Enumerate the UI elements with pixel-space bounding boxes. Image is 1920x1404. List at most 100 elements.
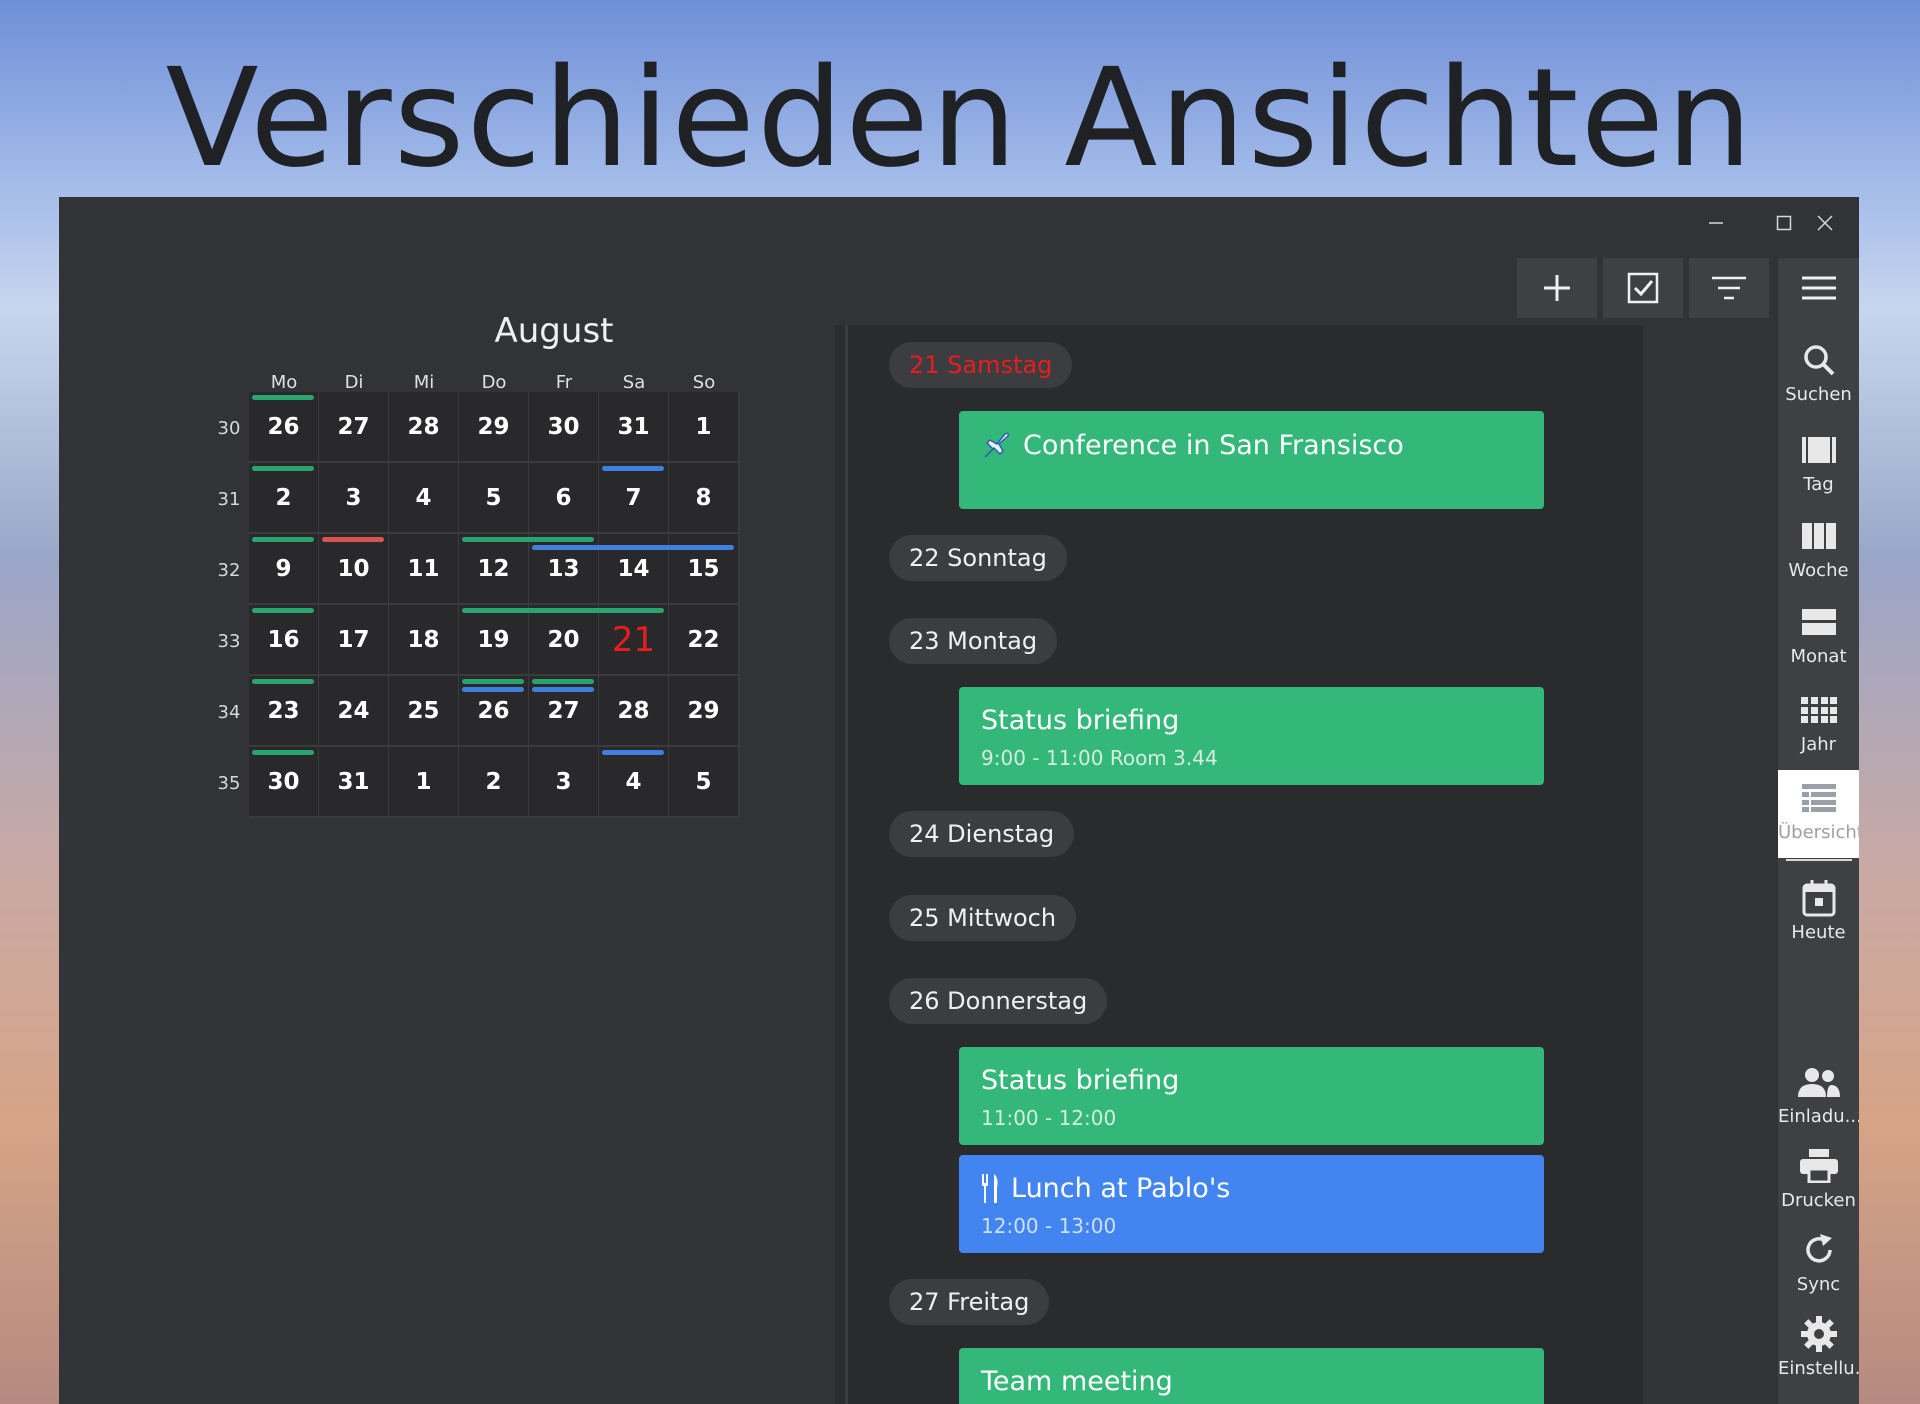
calendar-day-cell[interactable]: 30 xyxy=(249,747,318,816)
agenda-day-header: 26 Donnerstag xyxy=(889,978,1108,1024)
calendar-day-cell[interactable]: 27 xyxy=(319,392,388,461)
calendar-day-cell[interactable]: 29 xyxy=(669,676,738,745)
calendar-day-cell[interactable]: 30 xyxy=(529,392,598,461)
add-button[interactable] xyxy=(1517,258,1597,318)
sidebar-item-day[interactable]: Tag xyxy=(1778,422,1859,502)
filter-button[interactable] xyxy=(1689,258,1769,318)
week-number: 31 xyxy=(217,489,241,510)
calendar-day-cell[interactable]: 1 xyxy=(669,392,738,461)
calendar-day-cell[interactable]: 31 xyxy=(599,392,668,461)
agenda-day-header: 22 Sonntag xyxy=(889,535,1067,581)
calendar-day-cell[interactable]: 24 xyxy=(319,676,388,745)
sidebar-item-label: Übersicht xyxy=(1778,822,1859,843)
calendar-day-cell[interactable]: 3 xyxy=(529,747,598,816)
calendar-day-cell[interactable]: 16 xyxy=(249,605,318,674)
calendar-day-cell[interactable]: 12 xyxy=(459,534,528,603)
sidebar-item-print[interactable]: Drucken xyxy=(1778,1138,1859,1218)
calendar-day-cell[interactable]: 4 xyxy=(389,463,458,532)
calendar-day-cell[interactable]: 2 xyxy=(249,463,318,532)
agenda-event[interactable]: Status briefing 9:00 - 11:00 Room 3.44 xyxy=(959,687,1544,785)
today-calendar-icon xyxy=(1802,880,1835,917)
calendar-day-cell[interactable]: 20 xyxy=(529,605,598,674)
sidebar-item-label: Heute xyxy=(1791,922,1846,943)
minimize-icon xyxy=(1709,222,1723,224)
week-view-icon xyxy=(1801,523,1836,549)
calendar-day-cell[interactable]: 5 xyxy=(459,463,528,532)
calendar-day-cell[interactable]: 19 xyxy=(459,605,528,674)
event-indicator-bar xyxy=(252,466,314,471)
calendar-day-cell[interactable]: 31 xyxy=(319,747,388,816)
event-indicator-bar xyxy=(532,679,594,684)
event-indicator-bar xyxy=(532,687,594,692)
agenda-day-header: 27 Freitag xyxy=(889,1279,1050,1325)
task-button[interactable] xyxy=(1603,258,1683,318)
sidebar-item-invitations[interactable]: Einladu... xyxy=(1778,1054,1859,1134)
app-window: Suchen Tag Woche Monat Jahr Übersicht He… xyxy=(59,197,1859,1404)
day-view-icon xyxy=(1801,437,1836,463)
sidebar-item-label: Tag xyxy=(1803,474,1834,495)
calendar-day-cell[interactable]: 18 xyxy=(389,605,458,674)
event-indicator-bar xyxy=(252,395,314,400)
sidebar-separator xyxy=(1786,859,1852,861)
calendar-day-cell[interactable]: 22 xyxy=(669,605,738,674)
weekday-header: Do xyxy=(481,372,507,393)
calendar-day-cell[interactable]: 6 xyxy=(529,463,598,532)
agenda-event[interactable]: Conference in San Fransisco xyxy=(959,411,1544,509)
agenda-day-header: 23 Montag xyxy=(889,618,1058,664)
sidebar-item-today[interactable]: Heute xyxy=(1778,870,1859,950)
minimize-button[interactable] xyxy=(1682,197,1750,249)
calendar-day-cell[interactable]: 23 xyxy=(249,676,318,745)
calendar-day-cell[interactable]: 9 xyxy=(249,534,318,603)
calendar-day-cell[interactable]: 4 xyxy=(599,747,668,816)
weekday-header: Fr xyxy=(555,372,573,393)
sidebar-item-label: Einstellu... xyxy=(1778,1358,1859,1379)
calendar-day-cell[interactable]: 21 xyxy=(599,605,668,674)
add-icon xyxy=(1544,275,1570,301)
event-time: 12:00 - 13:00 xyxy=(981,1214,1117,1238)
sidebar-item-settings[interactable]: Einstellu... xyxy=(1778,1306,1859,1386)
invitations-icon xyxy=(1797,1068,1840,1097)
calendar-day-cell[interactable]: 17 xyxy=(319,605,388,674)
sidebar-item-label: Einladu... xyxy=(1778,1106,1859,1127)
airplane-icon xyxy=(984,432,1009,458)
sidebar-item-label: Drucken xyxy=(1781,1190,1856,1211)
event-indicator-bar xyxy=(602,466,664,471)
sidebar-item-sync[interactable]: Sync xyxy=(1778,1222,1859,1302)
sidebar-item-overview[interactable]: Übersicht xyxy=(1778,770,1859,858)
weekday-header: Sa xyxy=(622,372,646,393)
month-title: August xyxy=(494,311,614,351)
overview-icon xyxy=(1801,784,1836,812)
sidebar-item-year[interactable]: Jahr xyxy=(1778,682,1859,762)
calendar-day-cell[interactable]: 10 xyxy=(319,534,388,603)
search-icon xyxy=(1803,345,1834,376)
task-checkbox-icon xyxy=(1627,272,1659,304)
event-title: Status briefing xyxy=(981,705,1180,736)
calendar-day-cell[interactable]: 3 xyxy=(319,463,388,532)
sidebar-item-month[interactable]: Monat xyxy=(1778,594,1859,674)
sidebar-item-search[interactable]: Suchen xyxy=(1778,332,1859,412)
calendar-day-cell[interactable]: 7 xyxy=(599,463,668,532)
close-icon xyxy=(1817,215,1833,231)
calendar-day-cell[interactable]: 28 xyxy=(389,392,458,461)
menu-button[interactable] xyxy=(1778,258,1859,318)
calendar-day-cell[interactable]: 2 xyxy=(459,747,528,816)
agenda-event[interactable]: Team meeting xyxy=(959,1348,1544,1404)
calendar-day-cell[interactable]: 28 xyxy=(599,676,668,745)
calendar-day-cell[interactable]: 11 xyxy=(389,534,458,603)
sidebar-item-label: Jahr xyxy=(1800,734,1837,755)
calendar-day-cell[interactable]: 8 xyxy=(669,463,738,532)
calendar-day-cell[interactable]: 5 xyxy=(669,747,738,816)
calendar-day-cell[interactable]: 1 xyxy=(389,747,458,816)
close-button[interactable] xyxy=(1791,197,1859,249)
maximize-icon xyxy=(1776,215,1792,231)
calendar-day-cell[interactable]: 26 xyxy=(249,392,318,461)
event-title: Team meeting xyxy=(981,1366,1173,1397)
week-number: 34 xyxy=(217,702,241,723)
sidebar-item-week[interactable]: Woche xyxy=(1778,508,1859,588)
calendar-day-cell[interactable]: 29 xyxy=(459,392,528,461)
agenda-event[interactable]: Status briefing 11:00 - 12:00 xyxy=(959,1047,1544,1145)
agenda-event[interactable]: Lunch at Pablo's 12:00 - 13:00 xyxy=(959,1155,1544,1253)
sidebar-item-label: Monat xyxy=(1790,646,1847,667)
event-indicator-bar xyxy=(252,679,314,684)
calendar-day-cell[interactable]: 25 xyxy=(389,676,458,745)
